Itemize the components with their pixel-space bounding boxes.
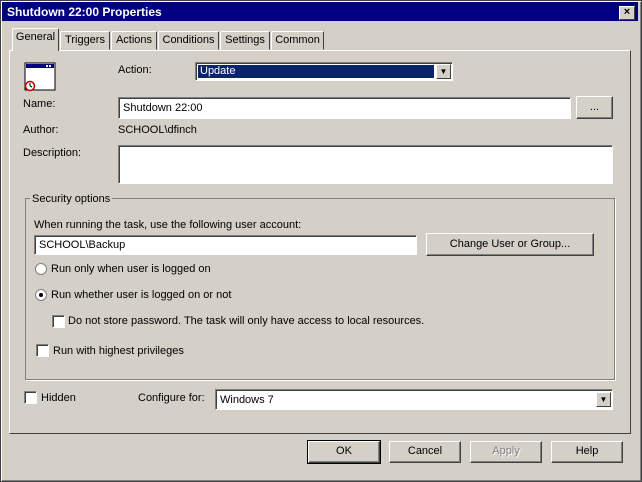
hidden-checkbox[interactable]	[24, 391, 37, 404]
tab-general[interactable]: General	[12, 28, 59, 51]
change-user-button-label: Change User or Group...	[449, 238, 571, 250]
close-icon: ×	[623, 6, 631, 18]
window-title: Shutdown 22:00 Properties	[7, 5, 162, 19]
browse-button[interactable]: ...	[576, 96, 613, 119]
tab-conditions-label: Conditions	[162, 34, 215, 46]
configure-for-value: Windows 7	[220, 394, 274, 406]
action-dropdown[interactable]: Update ▼	[195, 62, 453, 81]
help-button-label: Help	[575, 445, 599, 457]
apply-button[interactable]: Apply	[470, 441, 542, 463]
cancel-button[interactable]: Cancel	[389, 441, 461, 463]
radio-whether-logged-on-label[interactable]: Run whether user is logged on or not	[51, 289, 231, 301]
tab-settings[interactable]: Settings	[220, 31, 270, 50]
tab-settings-label: Settings	[225, 34, 265, 46]
name-label: Name:	[23, 98, 56, 110]
apply-button-label: Apply	[492, 445, 520, 457]
title-bar[interactable]: Shutdown 22:00 Properties ×	[2, 2, 638, 21]
tab-conditions[interactable]: Conditions	[158, 31, 219, 50]
author-value: SCHOOL\dfinch	[118, 124, 197, 136]
radio-logged-on[interactable]	[35, 263, 47, 275]
hidden-label[interactable]: Hidden	[41, 392, 76, 404]
radio-whether-logged-on[interactable]	[35, 289, 47, 301]
radio-logged-on-label[interactable]: Run only when user is logged on	[51, 263, 211, 275]
action-label: Action:	[118, 64, 152, 76]
change-user-button[interactable]: Change User or Group...	[426, 233, 594, 256]
close-button[interactable]: ×	[619, 6, 635, 20]
cancel-button-label: Cancel	[407, 445, 443, 457]
user-account-value: SCHOOL\Backup	[39, 239, 126, 251]
no-store-password-checkbox[interactable]	[52, 315, 65, 328]
author-label: Author:	[23, 124, 59, 136]
no-store-password-label[interactable]: Do not store password. The task will onl…	[68, 315, 424, 327]
ok-button[interactable]: OK	[307, 440, 381, 464]
configure-for-dropdown[interactable]: Windows 7 ▼	[215, 389, 613, 410]
tab-actions-label: Actions	[115, 34, 153, 46]
name-field[interactable]: Shutdown 22:00	[118, 97, 571, 119]
tab-triggers-label: Triggers	[65, 34, 105, 46]
action-value: Update	[200, 65, 236, 77]
tab-general-label: General	[15, 31, 56, 43]
task-icon	[24, 62, 56, 92]
action-selected: Update	[198, 65, 434, 78]
radio-selected-dot	[39, 293, 43, 297]
configure-chevron-down-icon[interactable]: ▼	[596, 392, 611, 407]
chevron-down-icon[interactable]: ▼	[436, 64, 451, 79]
description-label: Description:	[23, 147, 82, 159]
account-prompt: When running the task, use the following…	[34, 219, 302, 231]
highest-privileges-checkbox[interactable]	[36, 344, 49, 357]
name-value: Shutdown 22:00	[123, 102, 203, 114]
tab-common[interactable]: Common	[271, 31, 324, 50]
help-button[interactable]: Help	[551, 441, 623, 463]
tab-common-label: Common	[275, 34, 320, 46]
ok-button-label: OK	[336, 445, 352, 457]
user-account-field[interactable]: SCHOOL\Backup	[34, 235, 417, 255]
tab-actions[interactable]: Actions	[111, 31, 157, 50]
tab-triggers[interactable]: Triggers	[60, 31, 110, 50]
highest-privileges-label[interactable]: Run with highest privileges	[53, 345, 184, 357]
description-field[interactable]	[118, 145, 613, 184]
browse-button-label: ...	[589, 101, 600, 113]
security-options-title: Security options	[30, 193, 113, 205]
configure-for-label: Configure for:	[138, 392, 205, 404]
